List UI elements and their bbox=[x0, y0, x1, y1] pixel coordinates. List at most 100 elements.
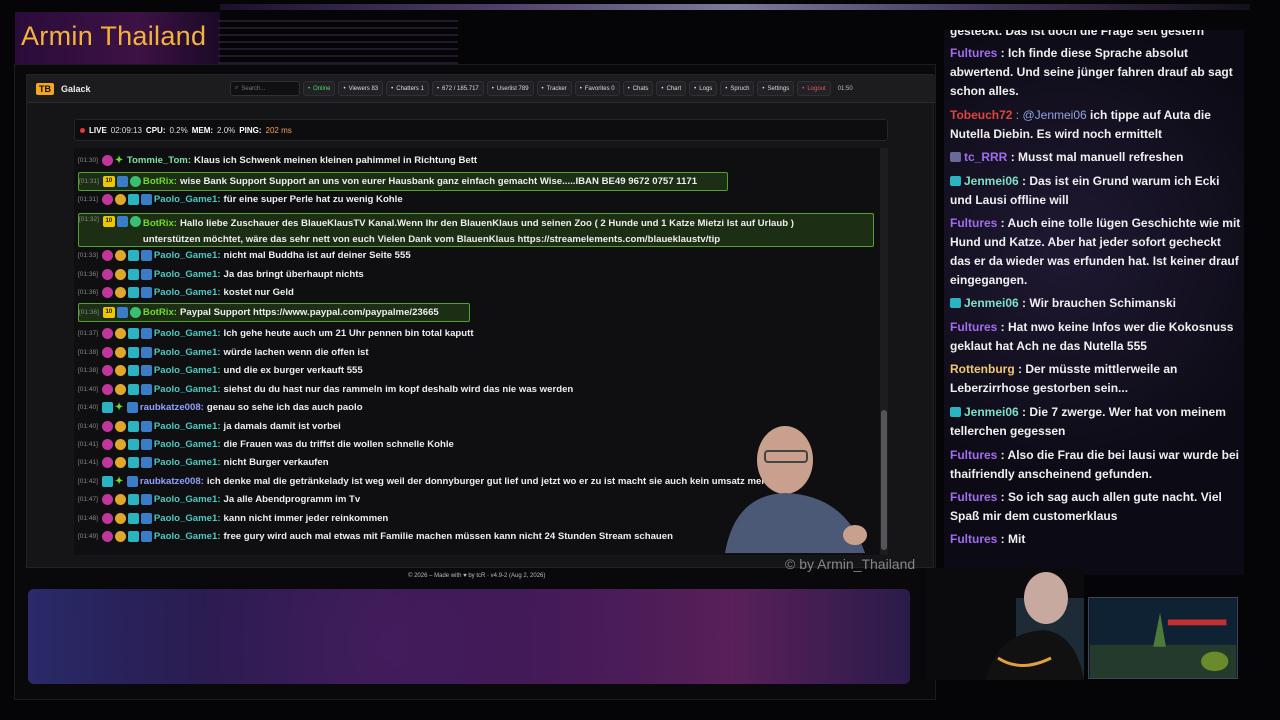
eye-icon: • bbox=[343, 85, 346, 92]
message-username[interactable]: BotRix: bbox=[143, 176, 177, 187]
message-timestamp: [01:41] bbox=[78, 459, 98, 466]
message-timestamp: [01:31] bbox=[78, 196, 98, 203]
top-decor-bar bbox=[220, 4, 1250, 10]
vip-badge-icon bbox=[116, 216, 128, 227]
live-label: LIVE bbox=[89, 125, 107, 135]
message-username[interactable]: Tommie_Tom: bbox=[127, 155, 191, 166]
chat-message-row: [01:36] Paolo_Game1: Ja das bringt überhau… bbox=[78, 269, 364, 280]
nav-favorites-button[interactable]: • Favorites 0 bbox=[574, 81, 620, 96]
chat-message-row: [01:47] Paolo_Game1: Ja alle Abendprogramm… bbox=[78, 494, 360, 505]
overlay-chat-message: Fultures : So ich sag auch allen gute na… bbox=[950, 488, 1242, 526]
nav-settings-button[interactable]: • Settings bbox=[757, 81, 795, 96]
overlay-chat-message: Fultures : Ich finde diese Sprache absol… bbox=[950, 44, 1242, 101]
vip-badge-icon bbox=[116, 307, 128, 318]
message-text: Ich gehe heute auch um 21 Uhr pennen bin… bbox=[223, 328, 474, 339]
message-username[interactable]: BotRix: bbox=[143, 307, 177, 318]
message-username[interactable]: Paolo_Game1: bbox=[154, 347, 221, 358]
chat-message-row: [01:38] Paolo_Game1: und die ex burger ver… bbox=[78, 365, 363, 376]
message-username[interactable]: Paolo_Game1: bbox=[154, 287, 221, 298]
overlay-username: Rottenburg bbox=[950, 362, 1018, 376]
message-timestamp: [01:40] bbox=[78, 423, 98, 430]
overlay-username: tc_RRR bbox=[964, 150, 1011, 164]
streamer-webcam-overlay bbox=[725, 426, 867, 553]
uptime: 02:09:13 bbox=[110, 125, 142, 135]
message-username[interactable]: Paolo_Game1: bbox=[154, 328, 221, 339]
nav-spruch-button[interactable]: • Spruch bbox=[720, 81, 755, 96]
nav-label: 672 / 185.717 bbox=[442, 85, 479, 92]
search-icon: ⌕ bbox=[235, 85, 239, 91]
pink-badge-icon bbox=[101, 384, 113, 395]
nav-chatters-button[interactable]: • Chatters 1 bbox=[386, 81, 429, 96]
nav-online-button[interactable]: • Online bbox=[303, 81, 336, 96]
chat-message-row: [01:33] Paolo_Game1: nicht mal Buddha ist … bbox=[78, 250, 411, 261]
nav-tracker-button[interactable]: • Tracker bbox=[536, 81, 572, 96]
search-input[interactable]: ⌕ Search... bbox=[230, 81, 300, 96]
overlay-chat-message: Jenmei06 : Das ist ein Grund warum ich E… bbox=[950, 172, 1242, 210]
nav-label: Chart bbox=[666, 85, 682, 92]
nav-logs-button[interactable]: • Logs bbox=[689, 81, 718, 96]
message-username[interactable]: Paolo_Game1: bbox=[154, 421, 221, 432]
teal-badge-icon bbox=[127, 531, 139, 542]
message-username[interactable]: Paolo_Game1: bbox=[154, 194, 221, 205]
app-name[interactable]: Galack bbox=[61, 84, 91, 94]
message-username[interactable]: Paolo_Game1: bbox=[154, 513, 221, 524]
message-username[interactable]: Paolo_Game1: bbox=[154, 457, 221, 468]
nav-logout-button[interactable]: • Logout bbox=[797, 81, 831, 96]
message-username[interactable]: raubkatze008: bbox=[140, 402, 204, 413]
radio-icon: • bbox=[308, 85, 311, 92]
message-username[interactable]: BotRix: bbox=[143, 218, 177, 229]
app-footer: © 2026 – Made with ♥ by tcR · v4.9-2 (Au… bbox=[408, 573, 546, 579]
message-username[interactable]: Paolo_Game1: bbox=[154, 384, 221, 395]
vip-badge-icon bbox=[140, 287, 152, 298]
facecam bbox=[926, 568, 1084, 680]
overlay-username: Jenmei06 bbox=[964, 174, 1023, 188]
message-timestamp: [01:38] bbox=[78, 367, 98, 374]
log-icon: • bbox=[694, 85, 697, 92]
message-text: Paypal Support https://www.paypal.com/pa… bbox=[180, 307, 439, 318]
message-username[interactable]: Paolo_Game1: bbox=[154, 494, 221, 505]
message-timestamp: [01:40] bbox=[78, 386, 98, 393]
message-text: nicht Burger verkaufen bbox=[223, 457, 329, 468]
message-username[interactable]: raubkatze008: bbox=[140, 476, 204, 487]
chat-message-row: [01:36] 10 BotRix: Paypal Support https://w… bbox=[78, 303, 470, 322]
nav-viewers-button[interactable]: • Viewers 83 bbox=[338, 81, 384, 96]
nav-chart-button[interactable]: • Chart bbox=[656, 81, 687, 96]
pink-badge-icon bbox=[101, 531, 113, 542]
teal-badge-icon bbox=[127, 269, 139, 280]
stream-layout: Armin Thailand TB Galack ⌕ Search... • On… bbox=[0, 0, 1280, 720]
message-username[interactable]: Paolo_Game1: bbox=[154, 250, 221, 261]
teal-badge-icon bbox=[127, 513, 139, 524]
live-dot-icon bbox=[80, 127, 85, 133]
message-text: für eine super Perle hat zu wenig Kohle bbox=[223, 194, 403, 205]
overlay-chat-message: Jenmei06 : Die 7 zwerge. Wer hat von mei… bbox=[950, 403, 1242, 441]
nav-672-button[interactable]: • 672 / 185.717 bbox=[431, 81, 484, 96]
message-username[interactable]: Paolo_Game1: bbox=[154, 269, 221, 280]
pink-badge-icon bbox=[101, 347, 113, 358]
message-username[interactable]: Paolo_Game1: bbox=[154, 439, 221, 450]
message-timestamp: [01:30] bbox=[78, 157, 98, 164]
overlay-username: Tobeuch72 bbox=[950, 108, 1016, 122]
green-badge-icon bbox=[129, 216, 141, 227]
nav-chats-button[interactable]: • Chats bbox=[622, 81, 654, 96]
message-username[interactable]: Paolo_Game1: bbox=[154, 531, 221, 542]
overlay-chat-message: Fultures : Hat nwo keine Infos wer die K… bbox=[950, 318, 1242, 356]
overlay-message-text: : Musst mal manuell refreshen bbox=[1010, 150, 1184, 164]
chat-scrollbar[interactable] bbox=[880, 148, 888, 555]
logout-icon: • bbox=[802, 85, 805, 92]
ten-badge-icon: 10 bbox=[102, 176, 115, 187]
star-badge-icon: ✦ bbox=[114, 155, 124, 166]
gold-badge-icon bbox=[114, 287, 126, 298]
pink-badge-icon bbox=[101, 421, 113, 432]
gear-icon: • bbox=[762, 85, 765, 92]
message-timestamp: [01:36] bbox=[79, 309, 99, 316]
nav-userlist-button[interactable]: • Userlist 789 bbox=[486, 81, 534, 96]
pink-badge-icon bbox=[101, 494, 113, 505]
twitch-chat-overlay: gesteckt. Das ist doch die Frage seit ge… bbox=[944, 30, 1244, 575]
message-text: die Frauen was du triffst die wollen sch… bbox=[223, 439, 454, 450]
teal-badge-icon bbox=[127, 328, 139, 339]
message-timestamp: [01:32] bbox=[79, 216, 99, 223]
message-username[interactable]: Paolo_Game1: bbox=[154, 365, 221, 376]
gold-badge-icon bbox=[114, 269, 126, 280]
vip-badge-icon bbox=[140, 421, 152, 432]
chat-scrollbar-thumb[interactable] bbox=[881, 410, 887, 550]
